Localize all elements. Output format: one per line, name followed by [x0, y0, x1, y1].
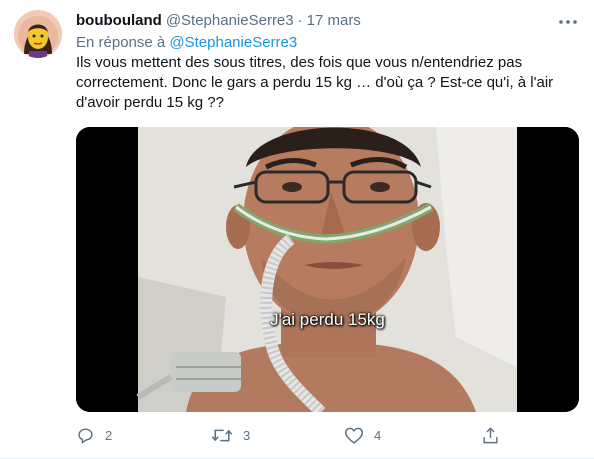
tweet: boubouland @StephanieSerre3 · 17 mars En ré… — [0, 0, 594, 459]
display-name[interactable]: boubouland — [76, 12, 162, 29]
retweet-count: 3 — [243, 427, 251, 443]
reply-prefix: En réponse à — [76, 34, 166, 51]
more-options-button[interactable] — [556, 10, 580, 34]
video-frame — [76, 127, 579, 412]
separator-dot: · — [297, 12, 303, 29]
user-handle[interactable]: @StephanieSerre3 — [166, 12, 294, 29]
avatar[interactable] — [14, 10, 62, 58]
reply-icon — [78, 427, 93, 443]
heart-icon — [344, 427, 364, 444]
reply-button[interactable]: 2 — [76, 424, 112, 446]
tweet-header: boubouland @StephanieSerre3 · 17 mars — [76, 11, 361, 31]
like-count: 4 — [374, 427, 382, 443]
reply-context: En réponse à @StephanieSerre3 — [76, 33, 297, 53]
tweet-date[interactable]: 17 mars — [307, 12, 361, 29]
like-button[interactable]: 4 — [344, 424, 381, 446]
share-button[interactable] — [481, 424, 500, 446]
retweet-button[interactable]: 3 — [211, 424, 250, 446]
tweet-actions: 2 3 4 — [76, 424, 516, 446]
more-dots-icon — [559, 20, 577, 24]
avatar-illustration — [14, 10, 62, 58]
tweet-text: Ils vous mettent des sous titres, des fo… — [76, 54, 554, 111]
retweet-icon — [211, 429, 233, 441]
share-icon — [483, 426, 498, 443]
reply-count: 2 — [105, 427, 113, 443]
video-media[interactable]: J'ai perdu 15kg — [76, 127, 579, 412]
reply-mention-link[interactable]: @StephanieSerre3 — [169, 34, 297, 51]
